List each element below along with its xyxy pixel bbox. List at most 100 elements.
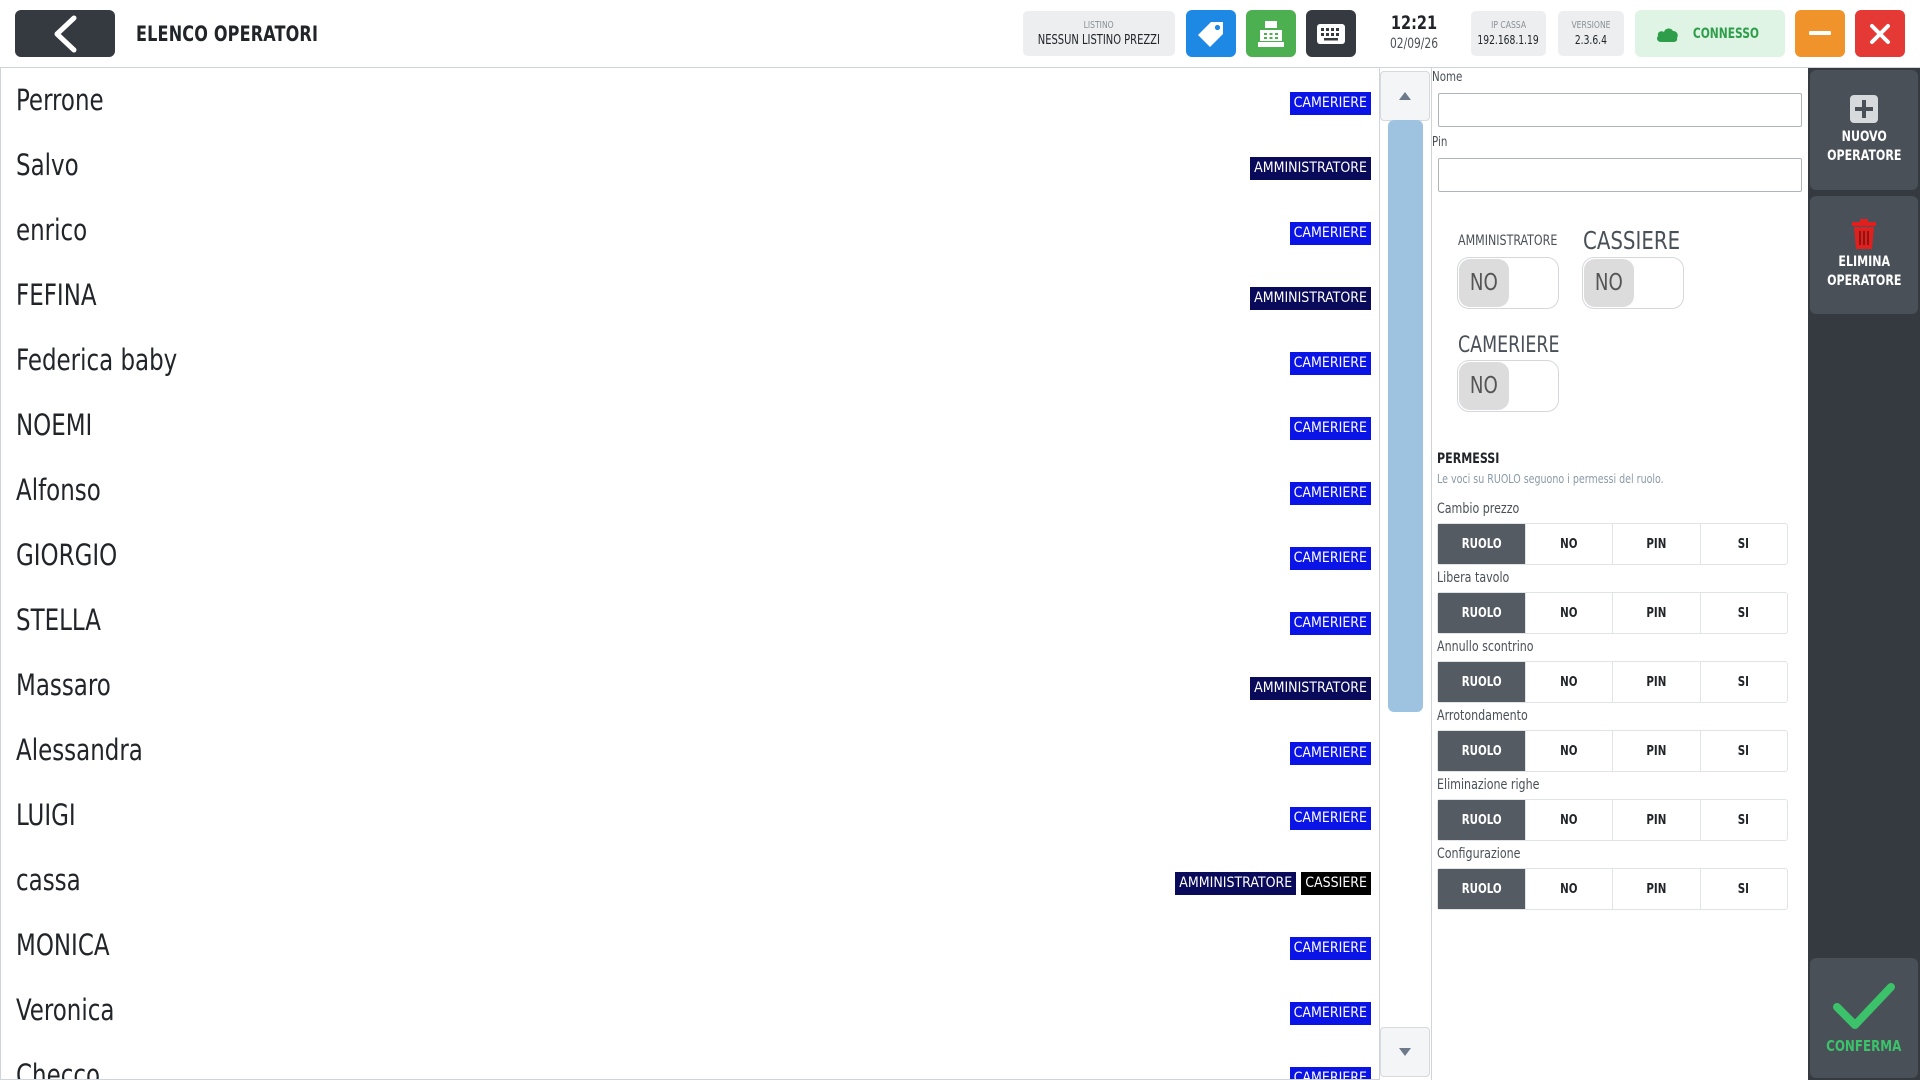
permission-option-si[interactable]: SI <box>1701 524 1788 564</box>
name-input[interactable] <box>1438 93 1802 127</box>
permission-label: Eliminazione righe <box>1437 777 1540 793</box>
permission-option-label: RUOLO <box>1461 536 1502 552</box>
permission-option-si[interactable]: SI <box>1701 731 1788 771</box>
close-button[interactable] <box>1855 10 1905 57</box>
permission-option-label: RUOLO <box>1461 812 1502 828</box>
cash-register-button[interactable] <box>1246 10 1296 57</box>
page-title: ELENCO OPERATORI <box>136 22 319 46</box>
permission-option-no[interactable]: NO <box>1526 800 1613 840</box>
operator-row[interactable]: cassa AMMINISTRATORE CASSIERE <box>1 850 1379 915</box>
operator-row[interactable]: Federica baby CAMERIERE <box>1 330 1379 395</box>
operator-row[interactable]: FEFINA AMMINISTRATORE <box>1 265 1379 330</box>
role-badge: CAMERIERE <box>1289 222 1371 245</box>
operator-row[interactable]: GIORGIO CAMERIERE <box>1 525 1379 590</box>
operator-row[interactable]: Perrone CAMERIERE <box>1 70 1379 135</box>
pin-input[interactable] <box>1438 158 1802 192</box>
permission-selector: RUOLO NO PIN SI <box>1437 799 1788 841</box>
permission-option-pin[interactable]: PIN <box>1613 869 1701 909</box>
scrollbar-thumb[interactable] <box>1388 120 1423 712</box>
permission-option-label: SI <box>1738 743 1750 759</box>
operator-name: NOEMI <box>16 408 93 442</box>
permission-option-label: SI <box>1738 536 1750 552</box>
permissions-note: Le voci su RUOLO seguono i permessi del … <box>1437 472 1664 486</box>
caret-up-icon <box>1399 92 1411 100</box>
permission-option-no[interactable]: NO <box>1526 593 1613 633</box>
operator-row[interactable]: Alfonso CAMERIERE <box>1 460 1379 525</box>
permission-option-pin[interactable]: PIN <box>1613 524 1701 564</box>
operator-name: LUIGI <box>16 798 76 832</box>
clock: 12:21 02/09/26 <box>1378 12 1450 52</box>
operator-row[interactable]: Alessandra CAMERIERE <box>1 720 1379 785</box>
permission-option-ruolo[interactable]: RUOLO <box>1438 593 1526 633</box>
operator-list[interactable]: Perrone CAMERIERE Salvo AMMINISTRATORE enric… <box>0 68 1380 1080</box>
operator-row[interactable]: Salvo AMMINISTRATORE <box>1 135 1379 200</box>
minimize-button[interactable] <box>1795 10 1845 57</box>
permission-option-ruolo[interactable]: RUOLO <box>1438 731 1526 771</box>
permission-option-no[interactable]: NO <box>1526 869 1613 909</box>
permission-option-no[interactable]: NO <box>1526 731 1613 771</box>
keyboard-icon <box>1317 23 1345 44</box>
close-icon <box>1870 23 1890 44</box>
permission-selector: RUOLO NO PIN SI <box>1437 868 1788 910</box>
operator-row[interactable]: MONICA CAMERIERE <box>1 915 1379 980</box>
role-badge: CAMERIERE <box>1289 1002 1371 1025</box>
scroll-up-button[interactable] <box>1380 71 1430 121</box>
permission-option-pin[interactable]: PIN <box>1613 731 1701 771</box>
operator-row[interactable]: enrico CAMERIERE <box>1 200 1379 265</box>
permission-label: Configurazione <box>1437 846 1521 862</box>
keyboard-button[interactable] <box>1306 10 1356 57</box>
operator-row[interactable]: Veronica CAMERIERE <box>1 980 1379 1045</box>
permission-option-ruolo[interactable]: RUOLO <box>1438 800 1526 840</box>
operator-name: MONICA <box>16 928 110 962</box>
confirm-label: CONFERMA <box>1826 1037 1902 1055</box>
role-badge: CAMERIERE <box>1289 1067 1371 1079</box>
pin-label: Pin <box>1432 135 1448 150</box>
role-badge: CAMERIERE <box>1289 417 1371 440</box>
permission-selector: RUOLO NO PIN SI <box>1437 592 1788 634</box>
version-label: VERSIONE <box>1571 20 1611 31</box>
new-operator-label: NUOVO OPERATORE <box>1826 129 1902 164</box>
operator-name: Federica baby <box>16 343 178 377</box>
role-badges: CAMERIERE <box>1289 937 1371 960</box>
role-badges: CAMERIERE <box>1289 1067 1371 1079</box>
permission-option-no[interactable]: NO <box>1526 662 1613 702</box>
operator-row[interactable]: STELLA CAMERIERE <box>1 590 1379 655</box>
operator-row[interactable]: LUIGI CAMERIERE <box>1 785 1379 850</box>
admin-toggle[interactable]: NO <box>1457 257 1559 309</box>
admin-toggle-value: NO <box>1470 270 1498 296</box>
role-badges: AMMINISTRATORE <box>1250 677 1371 700</box>
permission-option-pin[interactable]: PIN <box>1613 662 1701 702</box>
delete-operator-button[interactable]: ELIMINA OPERATORE <box>1810 196 1918 314</box>
cashier-toggle[interactable]: NO <box>1582 257 1684 309</box>
operator-row[interactable]: Massaro AMMINISTRATORE <box>1 655 1379 720</box>
role-badges: CAMERIERE <box>1289 417 1371 440</box>
waiter-toggle[interactable]: NO <box>1457 360 1559 412</box>
price-tag-button[interactable] <box>1186 10 1236 57</box>
permission-option-label: PIN <box>1646 743 1667 759</box>
permission-option-label: RUOLO <box>1461 881 1502 897</box>
operator-row[interactable]: NOEMI CAMERIERE <box>1 395 1379 460</box>
permission-option-si[interactable]: SI <box>1701 593 1788 633</box>
version-value: 2.3.6.4 <box>1574 33 1608 47</box>
permission-option-pin[interactable]: PIN <box>1613 800 1701 840</box>
role-badges: CAMERIERE <box>1289 612 1371 635</box>
permission-option-si[interactable]: SI <box>1701 800 1788 840</box>
permission-option-pin[interactable]: PIN <box>1613 593 1701 633</box>
permission-option-ruolo[interactable]: RUOLO <box>1438 869 1526 909</box>
operator-row[interactable]: Checco CAMERIERE <box>1 1045 1379 1079</box>
confirm-button[interactable]: CONFERMA <box>1810 958 1918 1078</box>
connection-status[interactable]: CONNESSO <box>1635 10 1785 57</box>
price-list-indicator[interactable]: LISTINO NESSUN LISTINO PREZZI <box>1023 11 1175 56</box>
permission-option-ruolo[interactable]: RUOLO <box>1438 662 1526 702</box>
scroll-down-button[interactable] <box>1380 1027 1430 1077</box>
permission-option-ruolo[interactable]: RUOLO <box>1438 524 1526 564</box>
permission-option-label: NO <box>1560 743 1578 759</box>
permission-option-si[interactable]: SI <box>1701 662 1788 702</box>
role-badge: AMMINISTRATORE <box>1175 872 1297 895</box>
back-button[interactable] <box>15 10 115 57</box>
permission-option-no[interactable]: NO <box>1526 524 1613 564</box>
operator-name: enrico <box>16 213 88 247</box>
permission-option-si[interactable]: SI <box>1701 869 1788 909</box>
new-operator-button[interactable]: NUOVO OPERATORE <box>1810 70 1918 190</box>
permission-option-label: RUOLO <box>1461 743 1502 759</box>
